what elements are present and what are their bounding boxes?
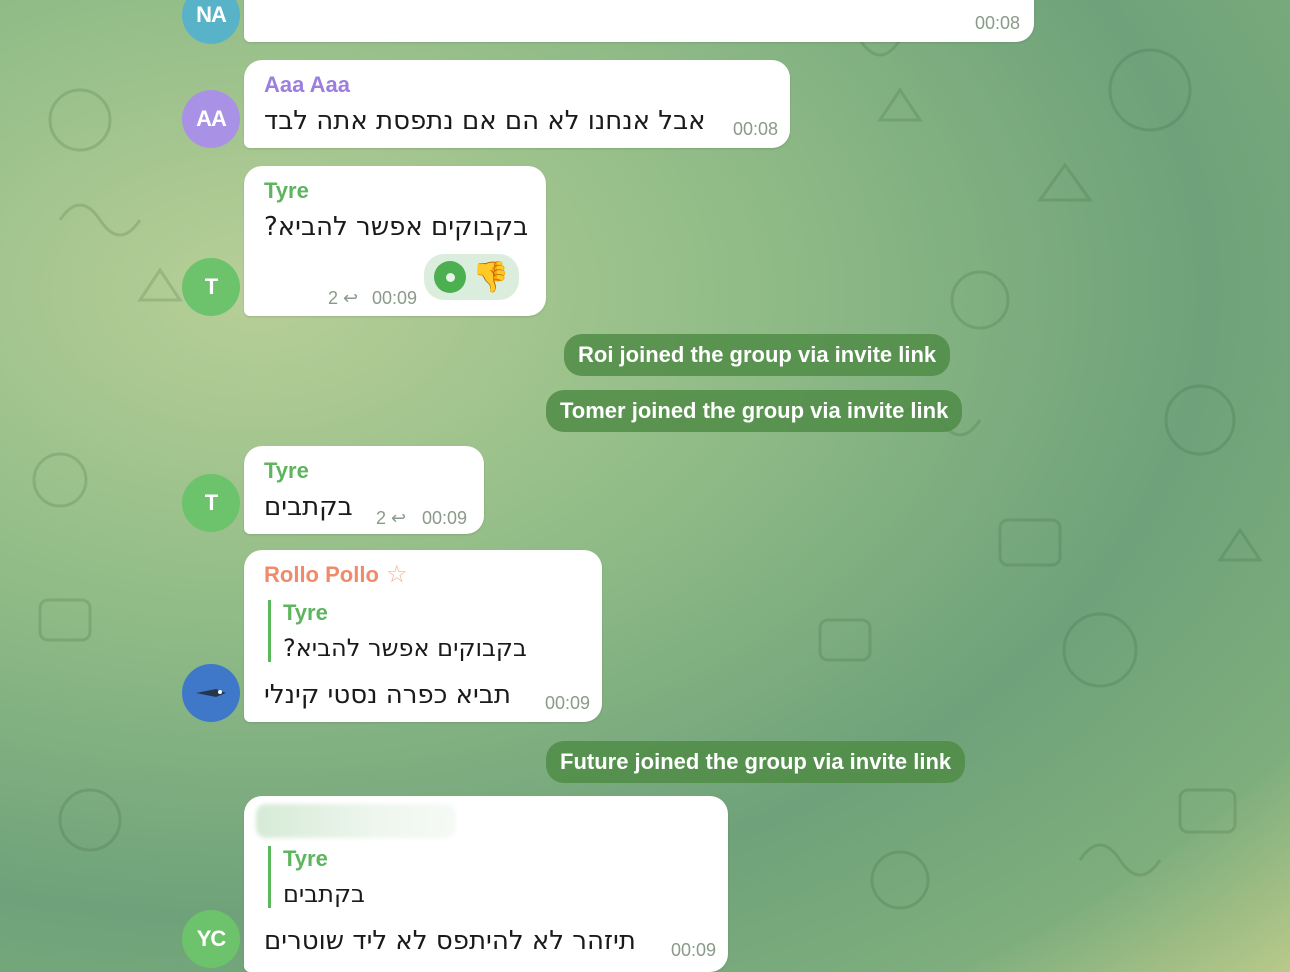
quote-sender: Tyre [283,600,328,625]
sender-name[interactable]: Tyre [264,458,309,484]
message-bubble[interactable]: Tyre בקבוקים אפשר להביא? 2 ↩ 00:09 👎 [244,166,546,316]
avatar-initials: NA [196,2,227,27]
quote-text: בקבוקים אפשר להביא? [283,634,527,662]
avatar[interactable] [182,664,240,722]
service-message: Roi joined the group via invite link [564,334,951,376]
avatar-initials: YC [196,926,227,951]
message-bubble[interactable]: 00:08 [244,0,1034,42]
sender-name[interactable]: Rollo Pollo [264,562,379,588]
message-text: תביא כפרה נסטי קינלי [264,680,511,710]
message-time: 00:09 [372,288,418,308]
avatar-initials: T [204,490,218,515]
blurred-sender-name [256,804,456,838]
bird-avatar-icon [196,689,226,697]
message-time: 00:08 [732,119,778,139]
service-message: Tomer joined the group via invite link [546,390,963,432]
star-icon: ☆ [386,561,408,588]
message-text: אבל אנחנו לא הם אם נתפסת אתה לבד [264,106,706,136]
message-text: תיזהר לא להיתפס לא ליד שוטרים [264,926,636,956]
message-time: 00:08 [974,13,1020,33]
reply-count[interactable]: 2 ↩ [376,508,406,529]
reply-arrow-icon: ↩ [343,288,359,308]
avatar[interactable]: T [182,258,240,316]
message-bubble[interactable]: Tyre בקתבים 2 ↩ 00:09 [244,446,484,534]
reply-count-number: 2 [376,508,387,528]
service-message: Future joined the group via invite link [546,741,966,783]
avatar[interactable]: T [182,474,240,532]
sender-name[interactable]: Aaa Aaa [264,72,350,98]
avatar[interactable]: AA [182,90,240,148]
quote-sender: Tyre [283,846,328,871]
reactions[interactable]: 👎 [424,254,520,300]
reply-count[interactable]: 2 ↩ [328,288,358,309]
message-time: 00:09 [422,508,468,528]
dot-icon [445,272,455,282]
message-text: בקתבים [264,492,353,522]
quote-text: בקתבים [283,880,365,908]
green-dot-reaction-icon[interactable] [434,261,466,293]
reply-quote[interactable]: Tyre בקתבים [268,846,365,908]
reply-arrow-icon: ↩ [391,508,407,528]
avatar[interactable]: YC [182,910,240,968]
reply-count-number: 2 [328,288,339,308]
message-text: בקבוקים אפשר להביא? [264,212,529,242]
message-bubble[interactable]: Rollo Pollo ☆ Tyre בקבוקים אפשר להביא? ת… [244,550,602,722]
avatar-initials: T [204,274,218,299]
message-bubble[interactable]: Aaa Aaa אבל אנחנו לא הם אם נתפסת אתה לבד… [244,60,790,148]
thumbs-down-icon[interactable]: 👎 [472,260,509,295]
avatar-initials: AA [196,106,227,131]
sender-name[interactable]: Tyre [264,178,309,204]
avatar[interactable]: NA [182,0,240,44]
reply-quote[interactable]: Tyre בקבוקים אפשר להביא? [268,600,527,662]
message-time: 00:09 [544,693,590,713]
message-time: 00:09 [670,940,716,960]
message-bubble[interactable]: Tyre בקתבים תיזהר לא להיתפס לא ליד שוטרי… [244,796,728,972]
